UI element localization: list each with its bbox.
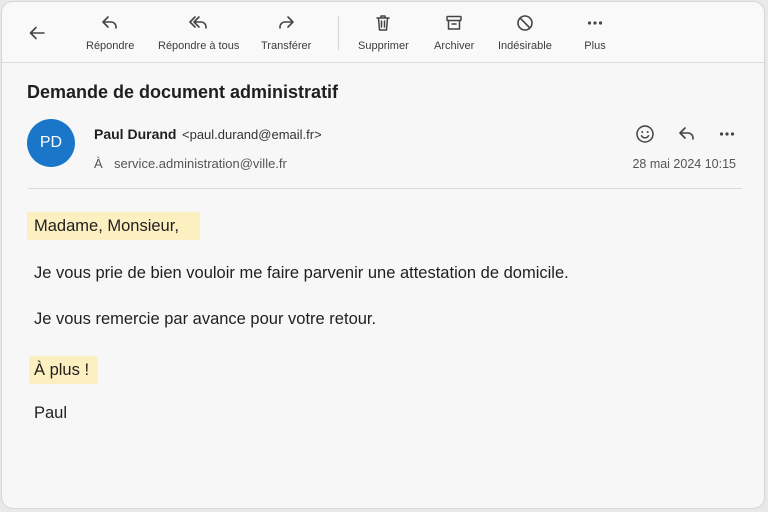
header-divider [28,188,742,189]
reply-icon [679,127,694,140]
arrow-left-icon [29,26,45,40]
email-body-line-1: Je vous prie de bien vouloir me faire pa… [34,264,569,282]
reply-all-icon [188,12,210,34]
sender-email[interactable]: <paul.durand@email.fr> [182,127,322,142]
reply-label: Répondre [86,40,135,52]
forward-icon [275,12,297,34]
email-signature: Paul [34,404,68,422]
emoji-icon [636,125,654,143]
spam-label: Indésirable [498,40,552,52]
reply-all-button[interactable]: Répondre à tous [158,12,239,58]
back-button[interactable] [24,20,50,46]
toolbar-divider [338,16,339,50]
header-reply-button[interactable] [675,122,699,146]
sender-name[interactable]: Paul Durand [94,126,176,142]
more-button[interactable]: Plus [584,12,606,58]
header-more-button[interactable] [715,122,739,146]
recipient-prefix: À [94,156,103,171]
reply-icon [99,12,121,34]
archive-button[interactable]: Archiver [434,12,474,58]
recipient-address[interactable]: service.administration@ville.fr [114,156,287,171]
reply-button[interactable]: Répondre [86,12,134,58]
emoji-reaction-button[interactable] [633,122,657,146]
delete-label: Supprimer [358,40,409,52]
email-date: 28 mai 2024 10:15 [632,157,736,171]
trash-icon [372,12,394,34]
avatar[interactable]: PD [27,119,75,167]
email-greeting: Madame, Monsieur, [34,217,179,235]
email-closing: À plus ! [34,361,90,379]
archive-label: Archiver [434,40,475,52]
reply-all-label: Répondre à tous [158,40,240,52]
email-body-line-2: Je vous remercie par avance pour votre r… [34,310,377,328]
spam-button[interactable]: Indésirable [498,12,552,58]
email-window: Répondre Répondre à tous Transférer Supp… [1,1,765,509]
more-horizontal-icon [584,12,606,34]
forward-label: Transférer [261,40,312,52]
more-horizontal-icon [719,132,735,136]
block-icon [514,12,536,34]
forward-button[interactable]: Transférer [261,12,311,58]
email-toolbar: Répondre Répondre à tous Transférer Supp… [2,2,764,63]
archive-icon [443,12,465,34]
more-label: Plus [584,40,606,52]
email-subject: Demande de document administratif [27,82,339,102]
delete-button[interactable]: Supprimer [358,12,409,58]
